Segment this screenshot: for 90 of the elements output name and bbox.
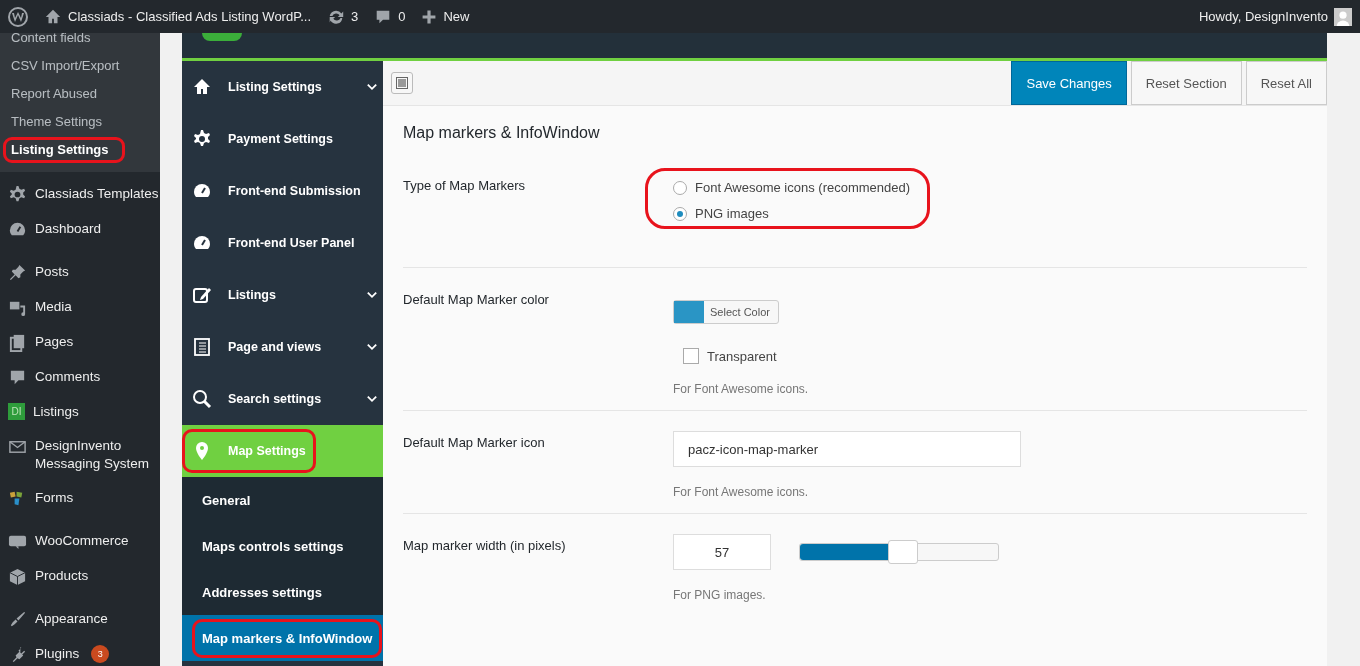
menu-link[interactable]: WooCommerce — [35, 532, 129, 550]
chevron-down-icon — [366, 341, 378, 353]
options-nav-item[interactable]: Page and views — [182, 321, 383, 373]
submenu-link[interactable]: Theme Settings — [0, 108, 114, 136]
field-label: Default Map Marker color — [403, 291, 550, 309]
field-label: Default Map Marker icon — [403, 434, 546, 452]
submenu-link[interactable]: Listing Settings — [0, 136, 120, 164]
greeting-link[interactable]: Howdy, DesignInvento — [1198, 9, 1328, 24]
menu-link[interactable]: Media — [35, 298, 72, 316]
checkbox-label: Transparent — [707, 348, 777, 364]
pages-icon — [8, 333, 27, 352]
menu-link[interactable]: Dashboard — [35, 220, 102, 238]
menu-link[interactable]: Listings — [33, 403, 79, 421]
options-subnav-item[interactable]: Addresses settings — [182, 569, 383, 615]
nav-label: Listings — [228, 288, 276, 302]
search-icon — [192, 389, 212, 409]
save-button[interactable]: Save Changes — [1011, 61, 1127, 105]
reset-button[interactable]: Reset Section — [1130, 61, 1242, 105]
home-icon — [44, 7, 62, 26]
options-nav-item[interactable]: Payment Settings — [182, 113, 383, 165]
submenu-link[interactable]: Report Abused — [0, 80, 108, 108]
home-icon — [192, 77, 212, 97]
avatar-icon — [1334, 7, 1352, 26]
nav-label: Map Settings — [228, 444, 306, 458]
layout-toggle-button[interactable] — [391, 72, 413, 94]
nav-label: Listing Settings — [228, 80, 322, 94]
submenu-link[interactable]: Content fields — [0, 33, 102, 52]
options-subnav-item[interactable]: General — [182, 477, 383, 523]
radio-button[interactable] — [673, 206, 687, 221]
options-subnav-item[interactable]: Maps controls settings — [182, 523, 383, 569]
new-link[interactable]: New — [443, 9, 470, 24]
paintbrush-icon — [8, 610, 27, 629]
menu-link[interactable]: Pages — [35, 333, 74, 351]
checkbox[interactable] — [683, 348, 699, 364]
site-title-link[interactable]: Classiads - Classified Ads Listing WordP... — [68, 9, 311, 24]
updates-count[interactable]: 3 — [351, 9, 359, 24]
menu-link[interactable]: Classiads Templates — [35, 185, 159, 203]
plugin-logo-icon: DI — [8, 403, 25, 420]
menu-link[interactable]: Forms — [35, 489, 74, 507]
menu-link[interactable]: Comments — [35, 368, 101, 386]
nav-label: Maps controls settings — [202, 538, 344, 554]
gear-icon — [192, 129, 212, 149]
nav-label: Front-end Submission — [228, 184, 361, 198]
options-nav-item[interactable]: Listings — [182, 269, 383, 321]
submenu-link[interactable]: CSV Import/Export — [0, 52, 131, 80]
logo-icon — [202, 33, 242, 41]
edit-icon — [192, 285, 212, 305]
nav-label: Addresses settings — [202, 584, 322, 600]
section-title: Map markers & InfoWindow — [403, 124, 601, 142]
nav-label: Payment Settings — [228, 132, 333, 146]
input-field[interactable]: pacz-icon-map-marker — [673, 431, 1021, 467]
help-text: For Font Awesome icons. — [673, 382, 810, 396]
number-field[interactable]: 57 — [673, 534, 771, 570]
menu-link[interactable]: Products — [35, 567, 89, 585]
box-icon — [8, 567, 27, 586]
pushpin-icon — [8, 263, 27, 282]
options-nav-item[interactable]: Search settings — [182, 373, 383, 425]
menu-link[interactable]: DesignInvento Messaging System — [35, 437, 160, 473]
help-text: For Font Awesome icons. — [673, 485, 810, 499]
comments-count[interactable]: 0 — [398, 9, 406, 24]
option-label: PNG images — [695, 206, 769, 221]
plus-icon — [421, 8, 438, 25]
nav-label: Map markers & InfoWindow — [202, 630, 373, 646]
options-nav-item[interactable]: Front-end User Panel — [182, 217, 383, 269]
nav-label: Page and views — [228, 340, 322, 354]
chevron-down-icon — [366, 289, 378, 301]
slider-handle[interactable] — [887, 540, 918, 564]
wordpress-logo-icon — [8, 6, 28, 27]
option-label: Font Awesome icons (recommended) — [695, 180, 911, 195]
options-subnav-item[interactable]: Map markers & InfoWindow — [182, 615, 383, 661]
chevron-down-icon — [366, 393, 378, 405]
reset-button[interactable]: Reset All — [1245, 61, 1327, 105]
document-icon — [192, 337, 212, 357]
gear-icon — [8, 185, 27, 204]
help-text: For PNG images. — [673, 588, 767, 602]
field-label: Map marker width (in pixels) — [403, 537, 567, 555]
nav-label: Front-end User Panel — [228, 236, 355, 250]
menu-link[interactable]: Appearance — [35, 610, 108, 628]
update-count-badge: 3 — [91, 645, 110, 663]
color-picker-button[interactable]: Select Color — [673, 300, 779, 324]
layout-icon — [396, 77, 408, 89]
field-label: Type of Map Markers — [403, 177, 527, 195]
nav-label: Search settings — [228, 392, 322, 406]
options-nav-item[interactable]: Listing Settings — [182, 61, 383, 113]
menu-link[interactable]: Plugins — [35, 645, 80, 663]
menu-link[interactable]: Posts — [35, 263, 69, 281]
nav-label: General — [202, 492, 251, 508]
options-nav-item[interactable]: Front-end Submission — [182, 165, 383, 217]
radio-button[interactable] — [673, 180, 687, 195]
chevron-down-icon — [366, 81, 378, 93]
